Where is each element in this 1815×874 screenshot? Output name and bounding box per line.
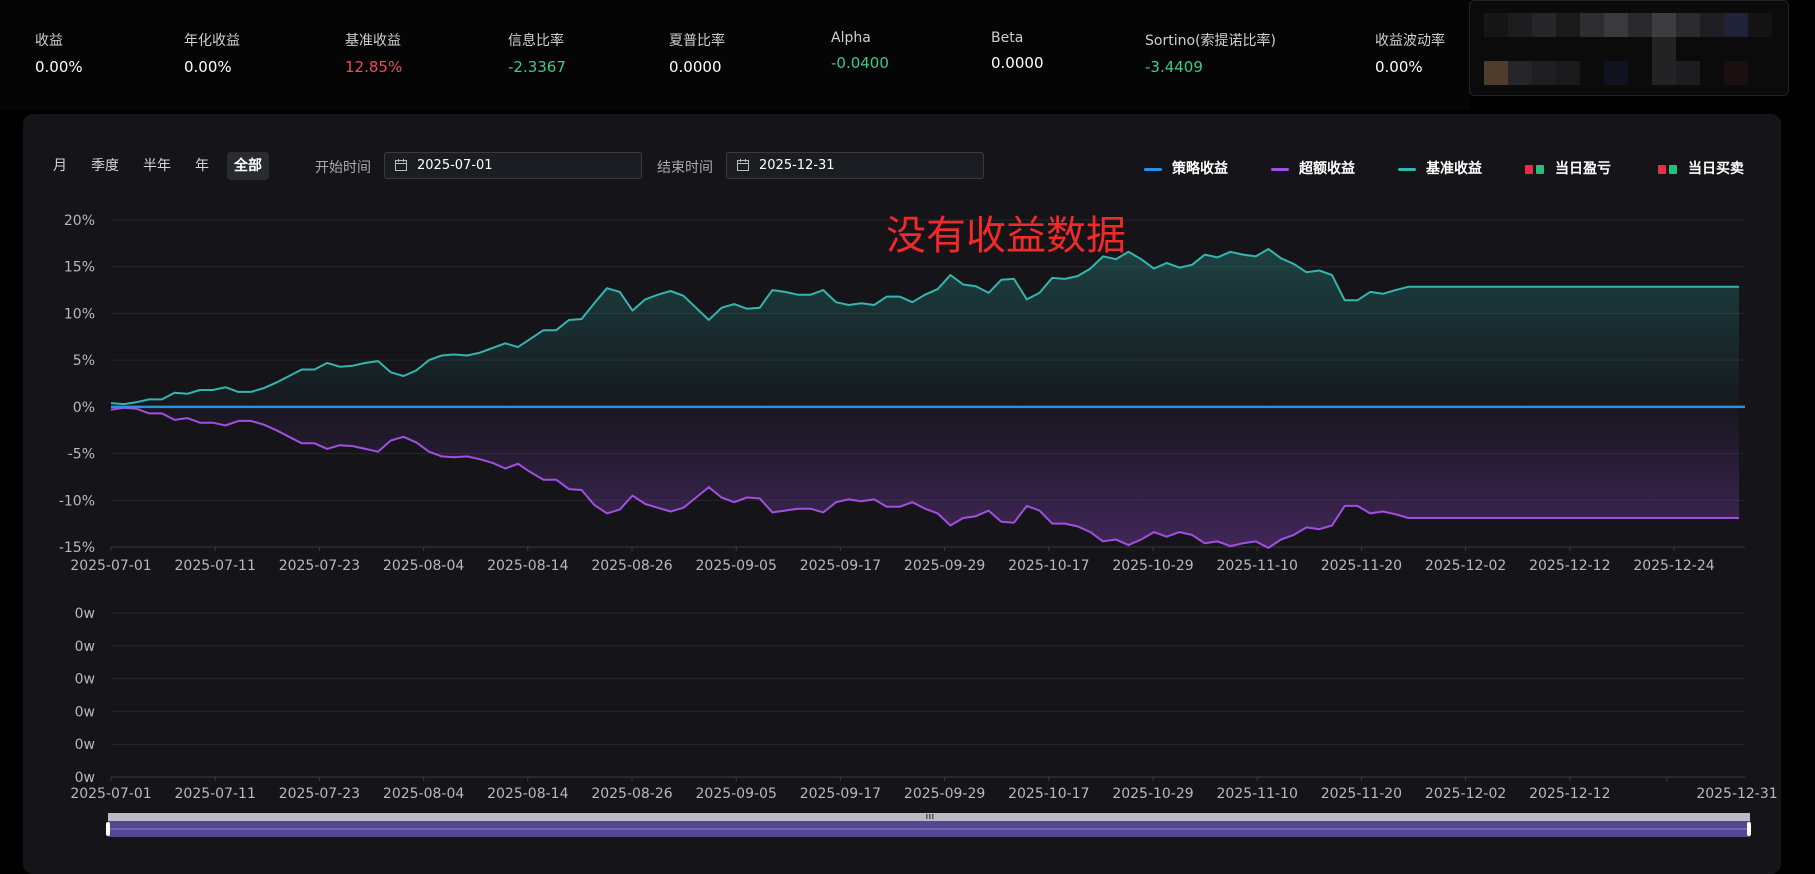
chart-canvas: 20% 15% 10% 5% 0% -5% -10% -15% 2025-07-01 2025-0… bbox=[59, 213, 1778, 837]
y-tick-label: -10% bbox=[59, 493, 95, 509]
y-tick-label: 5% bbox=[73, 353, 95, 369]
y-tick-label: 0% bbox=[73, 400, 95, 416]
x-tick-label: 2025-07-11 bbox=[175, 558, 256, 574]
bar-x-tick-label: 2025-11-10 bbox=[1217, 786, 1298, 802]
no-data-message: 没有收益数据 bbox=[886, 213, 1126, 259]
bar-x-tick-label: 2025-09-29 bbox=[904, 786, 985, 802]
y-tick-label: -5% bbox=[68, 447, 95, 463]
x-tick-label: 2025-08-14 bbox=[487, 558, 568, 574]
bar-y-tick-label: 0w bbox=[75, 672, 95, 688]
bar-x-tick-label: 2025-10-29 bbox=[1112, 786, 1193, 802]
x-tick-label: 2025-10-17 bbox=[1008, 558, 1089, 574]
excess-area bbox=[111, 406, 1739, 548]
benchmark-area bbox=[111, 249, 1739, 407]
x-tick-label: 2025-11-10 bbox=[1217, 558, 1298, 574]
bar-x-tick-label: 2025-07-23 bbox=[279, 786, 360, 802]
y-tick-label: 10% bbox=[64, 306, 95, 322]
x-tick-label: 2025-11-20 bbox=[1321, 558, 1402, 574]
bar-y-tick-label: 0w bbox=[75, 704, 95, 720]
bar-x-tick-label: 2025-10-17 bbox=[1008, 786, 1089, 802]
x-tick-label: 2025-08-04 bbox=[383, 558, 464, 574]
returns-line-chart: 20% 15% 10% 5% 0% -5% -10% -15% 2025-07-01 2025-0… bbox=[59, 213, 1745, 574]
bar-y-tick-label: 0w bbox=[75, 737, 95, 753]
bar-x-tick-label: 2025-07-01 bbox=[70, 786, 151, 802]
daily-bar-chart: 0w0w0w0w0w0w2025-07-01 2025-07-11 2025-07-… bbox=[70, 606, 1777, 802]
bar-x-tick-label: 2025-08-26 bbox=[591, 786, 672, 802]
bar-x-tick-label: 2025-09-05 bbox=[696, 786, 777, 802]
bar-x-tick-label: 2025-12-12 bbox=[1529, 786, 1610, 802]
bar-y-tick-label: 0w bbox=[75, 770, 95, 786]
zoom-grip-icon[interactable] bbox=[926, 814, 934, 819]
x-tick-label: 2025-09-29 bbox=[904, 558, 985, 574]
data-zoom-slider[interactable] bbox=[106, 813, 1751, 837]
x-tick-label: 2025-12-02 bbox=[1425, 558, 1506, 574]
y-tick-label: -15% bbox=[59, 540, 95, 556]
bar-x-tick-label: 2025-12-31 bbox=[1696, 786, 1777, 802]
x-tick-label: 2025-07-01 bbox=[70, 558, 151, 574]
bar-y-tick-label: 0w bbox=[75, 606, 95, 622]
x-tick-label: 2025-09-17 bbox=[800, 558, 881, 574]
x-tick-label: 2025-12-24 bbox=[1633, 558, 1714, 574]
zoom-left-handle[interactable] bbox=[106, 822, 110, 836]
bar-x-tick-label: 2025-07-11 bbox=[175, 786, 256, 802]
bar-x-tick-label: 2025-08-04 bbox=[383, 786, 464, 802]
x-tick-label: 2025-12-12 bbox=[1529, 558, 1610, 574]
y-tick-label: 20% bbox=[64, 213, 95, 229]
bar-x-tick-label: 2025-11-20 bbox=[1321, 786, 1402, 802]
x-tick-label: 2025-10-29 bbox=[1112, 558, 1193, 574]
x-tick-label: 2025-09-05 bbox=[696, 558, 777, 574]
x-tick-label: 2025-08-26 bbox=[591, 558, 672, 574]
bar-y-tick-label: 0w bbox=[75, 639, 95, 655]
y-tick-label: 15% bbox=[64, 260, 95, 276]
bar-x-tick-label: 2025-12-02 bbox=[1425, 786, 1506, 802]
bar-x-tick-label: 2025-09-17 bbox=[800, 786, 881, 802]
zoom-right-handle[interactable] bbox=[1747, 822, 1751, 836]
x-tick-label: 2025-07-23 bbox=[279, 558, 360, 574]
bar-x-tick-label: 2025-08-14 bbox=[487, 786, 568, 802]
